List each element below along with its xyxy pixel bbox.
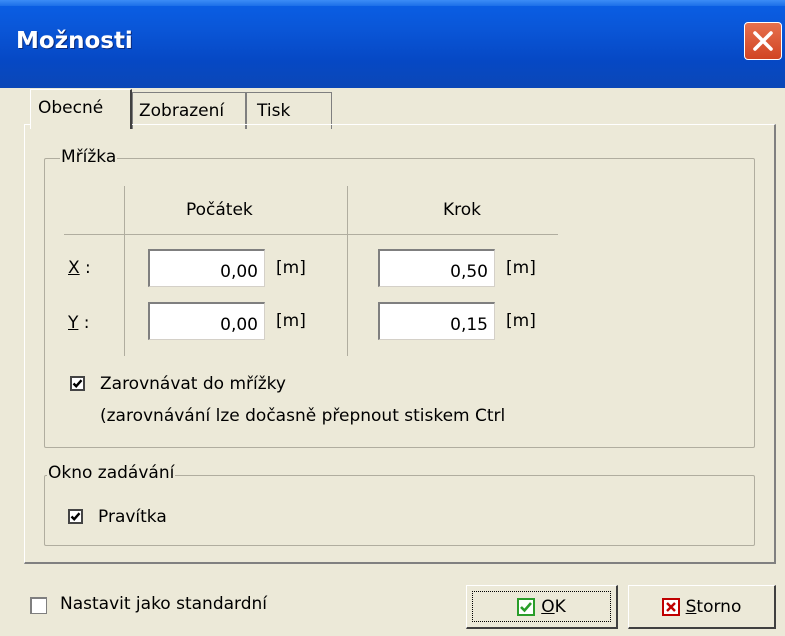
origin-x-field[interactable] (148, 249, 265, 287)
checkmark-icon (70, 512, 81, 521)
checkmark-icon (517, 597, 536, 616)
grid-divider (124, 186, 125, 356)
column-header-origin: Počátek (186, 200, 253, 220)
row-label-y-suffix: : (78, 313, 90, 333)
close-icon (753, 31, 773, 51)
cancel-button[interactable]: Storno (628, 585, 776, 629)
ok-button-key: O (541, 596, 555, 617)
tab-general-label: Obecné (38, 98, 104, 118)
row-label-y-key: Y (68, 313, 79, 333)
snap-to-grid-checkbox[interactable] (70, 376, 85, 391)
ok-button-label: OK (541, 597, 566, 617)
window-title: Možnosti (16, 28, 133, 54)
origin-x-input[interactable] (150, 251, 264, 286)
snap-note: (zarovnávání lze dočasně přepnout stiske… (100, 406, 506, 426)
tab-general[interactable]: Obecné (30, 89, 132, 129)
unit-label: [m] (506, 258, 536, 278)
ok-button[interactable]: OK (466, 585, 618, 629)
origin-y-input[interactable] (150, 304, 264, 339)
close-button[interactable] (744, 22, 782, 60)
ok-button-rest: K (554, 596, 566, 617)
input-window-group-label: Okno zadávání (47, 463, 176, 483)
step-y-input[interactable] (380, 304, 494, 339)
cancel-button-rest: torno (696, 596, 742, 617)
origin-y-field[interactable] (148, 302, 265, 340)
snap-to-grid-label: Zarovnávat do mřížky (100, 374, 286, 394)
grid-group-label: Mřížka (60, 147, 118, 167)
rulers-label: Pravítka (98, 507, 167, 527)
cross-icon (661, 597, 680, 616)
grid-divider (64, 234, 558, 235)
tab-display-label: Zobrazení (139, 101, 225, 121)
step-y-field[interactable] (378, 302, 495, 340)
step-x-field[interactable] (378, 249, 495, 287)
step-x-input[interactable] (380, 251, 494, 286)
set-as-default-label: Nastavit jako standardní (60, 594, 268, 614)
set-as-default-checkbox[interactable] (30, 597, 47, 614)
grid-divider (347, 186, 348, 356)
unit-label: [m] (506, 311, 536, 331)
row-label-y: Y : (68, 313, 90, 333)
row-label-x: X : (68, 258, 91, 278)
checkmark-icon (72, 379, 83, 388)
unit-label: [m] (276, 258, 306, 278)
unit-label: [m] (276, 311, 306, 331)
column-header-step: Krok (443, 200, 482, 220)
rulers-checkbox[interactable] (68, 509, 83, 524)
title-bar-highlight (0, 0, 785, 6)
row-label-x-suffix: : (79, 258, 91, 278)
cancel-button-label: Storno (686, 597, 742, 617)
cancel-button-key: S (685, 596, 697, 617)
tab-print-label: Tisk (257, 101, 291, 121)
row-label-x-key: X (68, 258, 80, 278)
